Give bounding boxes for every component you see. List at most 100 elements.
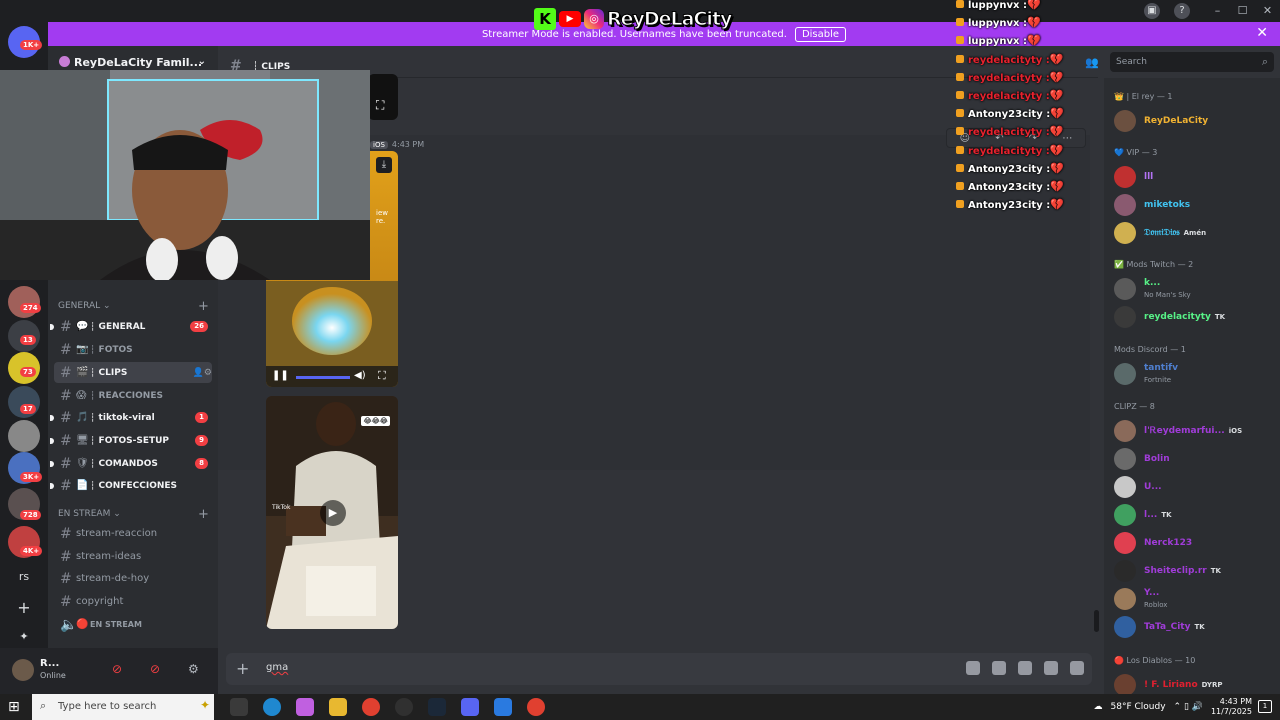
member-item[interactable]: 𝔇𝔬𝔪𝔦𝔇𝔦𝔬𝔰 Amén: [1114, 222, 1274, 244]
steam-icon[interactable]: [428, 698, 446, 716]
title-icons: ▣ ?: [1144, 3, 1190, 19]
weather-text[interactable]: 58°F Cloudy: [1111, 702, 1166, 712]
message-composer[interactable]: + gma: [226, 653, 1092, 685]
member-item[interactable]: Nerck123: [1114, 532, 1274, 554]
weather-icon[interactable]: ☁: [1094, 702, 1103, 712]
discord-icon[interactable]: [461, 698, 479, 716]
banner-close-icon[interactable]: ✕: [1256, 25, 1268, 41]
add-channel-icon[interactable]: +: [198, 507, 209, 522]
search-input[interactable]: Search ⌕: [1110, 52, 1274, 72]
avatar: [1114, 560, 1136, 582]
composer-input[interactable]: gma: [266, 662, 288, 673]
chat-user: reydelacityty :: [968, 72, 1050, 84]
member-item[interactable]: lll: [1114, 166, 1274, 188]
taskbar-search[interactable]: ⌕ Type here to search ✦: [32, 694, 214, 720]
channel-item[interactable]: # stream-reaccion: [54, 523, 212, 544]
channel-item[interactable]: # 💬 ┆ GENERAL 26: [50, 316, 212, 337]
chrome-icon[interactable]: [362, 698, 380, 716]
play-icon[interactable]: ▶: [320, 500, 346, 526]
emoji-icon[interactable]: [1044, 661, 1058, 675]
add-server-icon[interactable]: +: [8, 598, 40, 617]
gear-icon[interactable]: ⚙: [188, 662, 199, 676]
previous-video[interactable]: ⛶: [368, 74, 398, 120]
channel-item[interactable]: # 📄 ┆ CONFECCIONES: [50, 475, 212, 496]
gear-icon[interactable]: ⚙: [204, 368, 212, 378]
fullscreen-icon[interactable]: ⛶: [378, 369, 386, 383]
tiktok-watermark: TikTok: [272, 504, 291, 511]
member-item[interactable]: miketoks: [1114, 194, 1274, 216]
help-icon[interactable]: ?: [1174, 3, 1190, 19]
volume-icon[interactable]: ◀): [354, 370, 366, 381]
member-item[interactable]: Y... Roblox: [1114, 588, 1274, 610]
member-item[interactable]: ReyDeLaCity: [1114, 110, 1274, 132]
explore-icon[interactable]: ✦: [8, 630, 40, 643]
chrome-icon[interactable]: [527, 698, 545, 716]
edge-icon[interactable]: [263, 698, 281, 716]
channel-item[interactable]: # 😱 ┆ REACCIONES: [54, 385, 212, 406]
channel-item[interactable]: # copyright: [54, 591, 212, 612]
hash-icon: #: [60, 364, 72, 381]
channel-item[interactable]: # 🛡 ┆ COMANDOS 8: [50, 453, 212, 474]
avatar: [1114, 194, 1136, 216]
hash-icon: #: [60, 455, 72, 472]
close-window-button[interactable]: ✕: [1255, 0, 1280, 22]
clock[interactable]: 4:43 PM 11/7/2025: [1211, 697, 1252, 717]
avatar[interactable]: [12, 659, 34, 681]
channel-emoji-icon: 🎵: [76, 412, 89, 423]
mic-muted-icon[interactable]: ⊘: [112, 662, 122, 676]
member-item[interactable]: tantifv Fortnite: [1114, 363, 1274, 385]
tray-icons[interactable]: ⌃ ▯ 🔊: [1174, 702, 1203, 712]
channel-item[interactable]: # 🎵 ┆ tiktok-viral 1: [50, 407, 212, 428]
minimize-button[interactable]: –: [1205, 0, 1230, 22]
member-item[interactable]: Sheiteclip.rr TK: [1114, 560, 1274, 582]
download-icon[interactable]: ⤓: [376, 157, 392, 173]
headphones-muted-icon[interactable]: ⊘: [150, 662, 160, 676]
inbox-icon[interactable]: ▣: [1144, 3, 1160, 19]
member-item[interactable]: TaTa_City TK: [1114, 616, 1274, 638]
video-attachment[interactable]: 😂😂😂 TikTok ▶: [266, 396, 398, 629]
member-item[interactable]: l... TK: [1114, 504, 1274, 526]
add-channel-icon[interactable]: +: [198, 299, 209, 314]
member-item[interactable]: ! F. Liriano DYRP: [1114, 674, 1274, 696]
disable-streamer-mode-button[interactable]: Disable: [794, 26, 847, 42]
gift-icon[interactable]: [966, 661, 980, 675]
video-progress-bar[interactable]: [296, 376, 350, 379]
gif-icon[interactable]: [992, 661, 1006, 675]
member-item[interactable]: l'Ꭱеуdеmаrfuі... iOS: [1114, 420, 1274, 442]
invite-icon[interactable]: 👤: [193, 368, 204, 378]
apps-icon[interactable]: [1070, 661, 1084, 675]
maximize-button[interactable]: ☐: [1230, 0, 1255, 22]
voice-channel-item[interactable]: 🔈 🔴 EN STREAM: [54, 614, 212, 635]
server-icon[interactable]: [8, 286, 40, 318]
member-item[interactable]: Bolin: [1114, 448, 1274, 470]
member-item[interactable]: reydelacityty TK: [1114, 306, 1274, 328]
channel-item[interactable]: # stream-ideas: [54, 546, 212, 567]
fullscreen-icon[interactable]: ⛶: [376, 98, 384, 113]
start-button[interactable]: ⊞: [8, 699, 20, 715]
copilot-icon[interactable]: [296, 698, 314, 716]
notification-icon[interactable]: 1: [1258, 700, 1272, 713]
channel-item[interactable]: # 📷 ┆ FOTOS: [54, 339, 212, 360]
channel-item[interactable]: # stream-de-hoy: [54, 568, 212, 589]
file-explorer-icon[interactable]: [329, 698, 347, 716]
chat-user: reydelacityty :: [968, 145, 1050, 157]
task-view-icon[interactable]: [230, 698, 248, 716]
member-item[interactable]: k... No Man's Sky: [1114, 278, 1274, 300]
search-placeholder: Search: [1116, 57, 1147, 67]
pause-icon[interactable]: ❚❚: [272, 370, 289, 381]
obs-icon[interactable]: [395, 698, 413, 716]
channel-emoji-icon: 💬: [76, 321, 89, 332]
sticker-icon[interactable]: [1018, 661, 1032, 675]
app-icon[interactable]: [494, 698, 512, 716]
channel-item[interactable]: # 🎬 ┆ CLIPS 👤 ⚙: [54, 362, 212, 383]
hash-icon: #: [60, 593, 72, 610]
channel-item[interactable]: # 🖥 ┆ FOTOS-SETUP 9: [50, 430, 212, 451]
member-item[interactable]: U...: [1114, 476, 1274, 498]
text-server-icon[interactable]: rs: [8, 570, 40, 583]
scrollbar[interactable]: [1094, 610, 1099, 632]
member-name: k...: [1144, 278, 1160, 288]
category-en-stream[interactable]: EN STREAM ⌄ +: [58, 507, 209, 522]
attach-button[interactable]: +: [236, 659, 249, 678]
category-general[interactable]: GENERAL ⌄ +: [58, 299, 209, 314]
server-icon[interactable]: [8, 420, 40, 452]
